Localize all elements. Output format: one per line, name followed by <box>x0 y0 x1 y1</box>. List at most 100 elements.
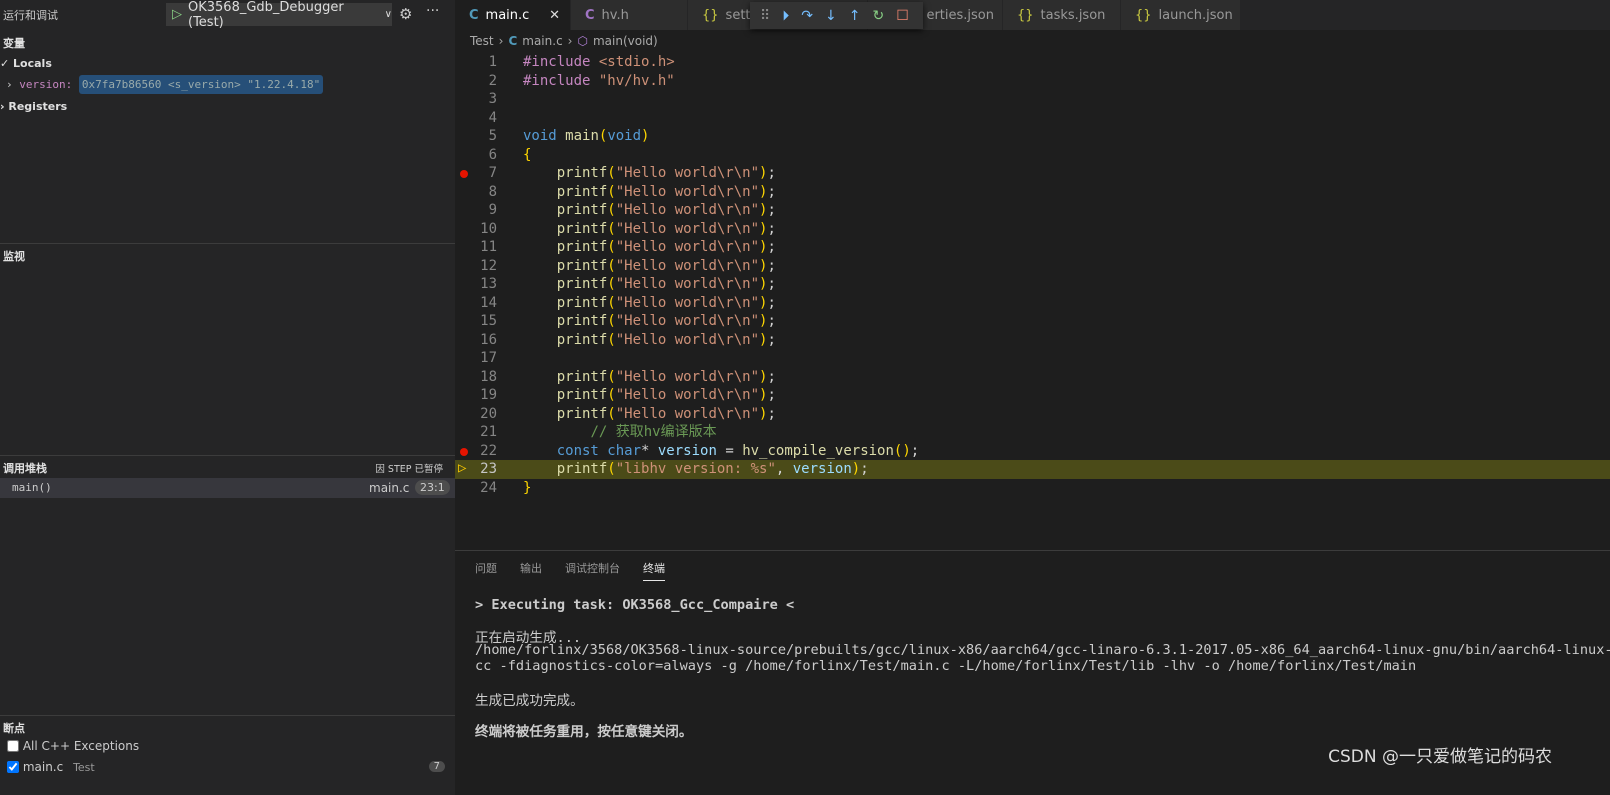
code-line[interactable]: 10 printf("Hello world\r\n"); <box>455 220 1610 239</box>
code-line[interactable]: 13 printf("Hello world\r\n"); <box>455 275 1610 294</box>
code-token: ; <box>767 202 776 218</box>
line-number: 2 <box>488 72 497 89</box>
code-line[interactable]: 18 printf("Hello world\r\n"); <box>455 368 1610 387</box>
code-text: printf("Hello world\r\n"); <box>523 220 776 239</box>
code-line[interactable]: 11 printf("Hello world\r\n"); <box>455 238 1610 257</box>
tab-tasks-json[interactable]: {} tasks.json <box>1003 0 1121 30</box>
restart-icon[interactable]: ↻ <box>872 8 884 24</box>
debug-config-select[interactable]: ▷ OK3568_Gdb_Debugger (Test) ∨ <box>166 0 392 30</box>
code-line[interactable]: 12 printf("Hello world\r\n"); <box>455 257 1610 276</box>
locals-label: Locals <box>13 57 52 70</box>
code-line[interactable]: 19 printf("Hello world\r\n"); <box>455 386 1610 405</box>
breakpoint-icon[interactable] <box>460 170 468 178</box>
continue-icon[interactable]: ⏵ <box>782 8 789 24</box>
c-file-icon: C <box>585 7 595 23</box>
variable-version[interactable]: › version: 0x7fa7b86560 <s_version> "1.2… <box>6 75 324 94</box>
code-token: version <box>792 461 852 477</box>
breakpoint-item[interactable]: All C++ Exceptions <box>7 739 139 753</box>
code-line[interactable]: 22 const char* version = hv_compile_vers… <box>455 442 1610 461</box>
code-text: printf("Hello world\r\n"); <box>523 294 776 313</box>
code-line[interactable]: 24} <box>455 479 1610 498</box>
breadcrumb-file[interactable]: main.c <box>522 34 562 48</box>
panel-tab[interactable]: 调试控制台 <box>565 560 620 581</box>
step-out-icon[interactable]: ↑ <box>849 8 861 24</box>
drag-handle-icon[interactable]: ⠿ <box>760 8 770 24</box>
breakpoint-item[interactable]: main.c Test 7 <box>7 760 447 774</box>
code-token: ; <box>910 442 920 459</box>
tab-main-c[interactable]: Cmain.c ✕ <box>455 0 571 30</box>
code-token: printf <box>556 294 608 311</box>
tab-launch-json[interactable]: {} launch.json <box>1121 0 1241 30</box>
code-token: "libhv version: %s" <box>615 461 776 477</box>
code-token: ( <box>607 257 616 274</box>
code-token: printf <box>556 461 608 477</box>
more-icon[interactable]: ··· <box>426 3 439 19</box>
code-token: printf <box>556 387 608 403</box>
code-line[interactable]: 8 printf("Hello world\r\n"); <box>455 183 1610 202</box>
code-token: ( <box>607 239 616 255</box>
code-token: "Hello world\r\n" <box>615 294 760 311</box>
stack-frame[interactable]: main() main.c 23:1 <box>0 478 455 498</box>
breakpoint-checkbox[interactable] <box>7 761 19 773</box>
panel-tab[interactable]: 输出 <box>520 560 542 581</box>
panel-tabs: 问题 输出 调试控制台 终端 <box>475 560 665 581</box>
code-token: ; <box>767 313 776 329</box>
breakpoints-header[interactable]: 断点 <box>3 720 25 736</box>
code-line[interactable]: 4 <box>455 109 1610 128</box>
code-line[interactable]: 6{ <box>455 146 1610 165</box>
code-line[interactable]: 7 printf("Hello world\r\n"); <box>455 164 1610 183</box>
callstack-header[interactable]: 调用堆栈 <box>3 460 47 476</box>
frame-name: main() <box>12 481 52 494</box>
code-token: ; <box>767 331 776 348</box>
gear-icon[interactable]: ⚙ <box>399 5 412 23</box>
code-token: "Hello world\r\n" <box>615 202 760 218</box>
code-token: ; <box>767 220 776 237</box>
panel-tab[interactable]: 问题 <box>475 560 497 581</box>
editor-tabs: Cmain.c ✕ Chv.h {} settir erties.json {} ta… <box>455 0 1610 30</box>
stop-icon[interactable]: ☐ <box>896 8 909 24</box>
code-line[interactable]: 17 <box>455 349 1610 368</box>
code-token: ( <box>607 313 616 329</box>
code-token: ( <box>607 405 616 422</box>
panel-tab[interactable]: 终端 <box>643 560 665 581</box>
code-text: printf("Hello world\r\n"); <box>523 257 776 276</box>
start-debug-icon[interactable]: ▷ <box>172 7 182 22</box>
line-number: 11 <box>480 239 497 255</box>
breakpoint-icon[interactable] <box>460 447 468 456</box>
code-token: printf <box>556 183 608 200</box>
code-line[interactable]: 16 printf("Hello world\r\n"); <box>455 331 1610 350</box>
code-line[interactable]: 23 ▷ printf("libhv version: %s", version)… <box>455 460 1610 479</box>
code-line[interactable]: 9 printf("Hello world\r\n"); <box>455 201 1610 220</box>
watch-header[interactable]: 监视 <box>3 248 25 264</box>
code-line[interactable]: 21 // 获取hv编译版本 <box>455 423 1610 442</box>
config-name: OK3568_Gdb_Debugger (Test) <box>188 0 344 30</box>
code-token: ( <box>607 183 616 200</box>
locals-scope[interactable]: ✓ Locals <box>0 57 52 70</box>
code-token: ; <box>767 239 776 255</box>
tab-hv-h[interactable]: Chv.h <box>571 0 688 30</box>
code-line[interactable]: 14 printf("Hello world\r\n"); <box>455 294 1610 313</box>
breadcrumb-folder[interactable]: Test <box>470 34 494 48</box>
line-number: 10 <box>480 220 497 237</box>
registers-scope[interactable]: › Registers <box>0 100 67 113</box>
code-line[interactable]: 5 void main(void) <box>455 127 1610 146</box>
code-line[interactable]: 1 #include <stdio.h> <box>455 53 1610 72</box>
code-line[interactable]: 2 #include "hv/hv.h" <box>455 72 1610 91</box>
line-number: 13 <box>480 276 497 292</box>
code-line[interactable]: 15 printf("Hello world\r\n"); <box>455 312 1610 331</box>
code-text: printf("Hello world\r\n"); <box>523 183 776 202</box>
breakpoint-checkbox[interactable] <box>7 740 19 752</box>
code-text: printf("Hello world\r\n"); <box>523 238 776 257</box>
step-into-icon[interactable]: ↓ <box>825 8 837 24</box>
current-line-arrow-icon: ▷ <box>458 460 467 476</box>
code-line[interactable]: 3 <box>455 90 1610 109</box>
paused-status: 因 STEP 已暂停 <box>375 464 443 475</box>
close-icon[interactable]: ✕ <box>549 8 560 23</box>
step-over-icon[interactable]: ↷ <box>801 8 813 24</box>
code-line[interactable]: 20 printf("Hello world\r\n"); <box>455 405 1610 424</box>
breadcrumb-symbol[interactable]: main(void) <box>593 34 658 48</box>
variables-header[interactable]: 变量 <box>3 35 25 51</box>
